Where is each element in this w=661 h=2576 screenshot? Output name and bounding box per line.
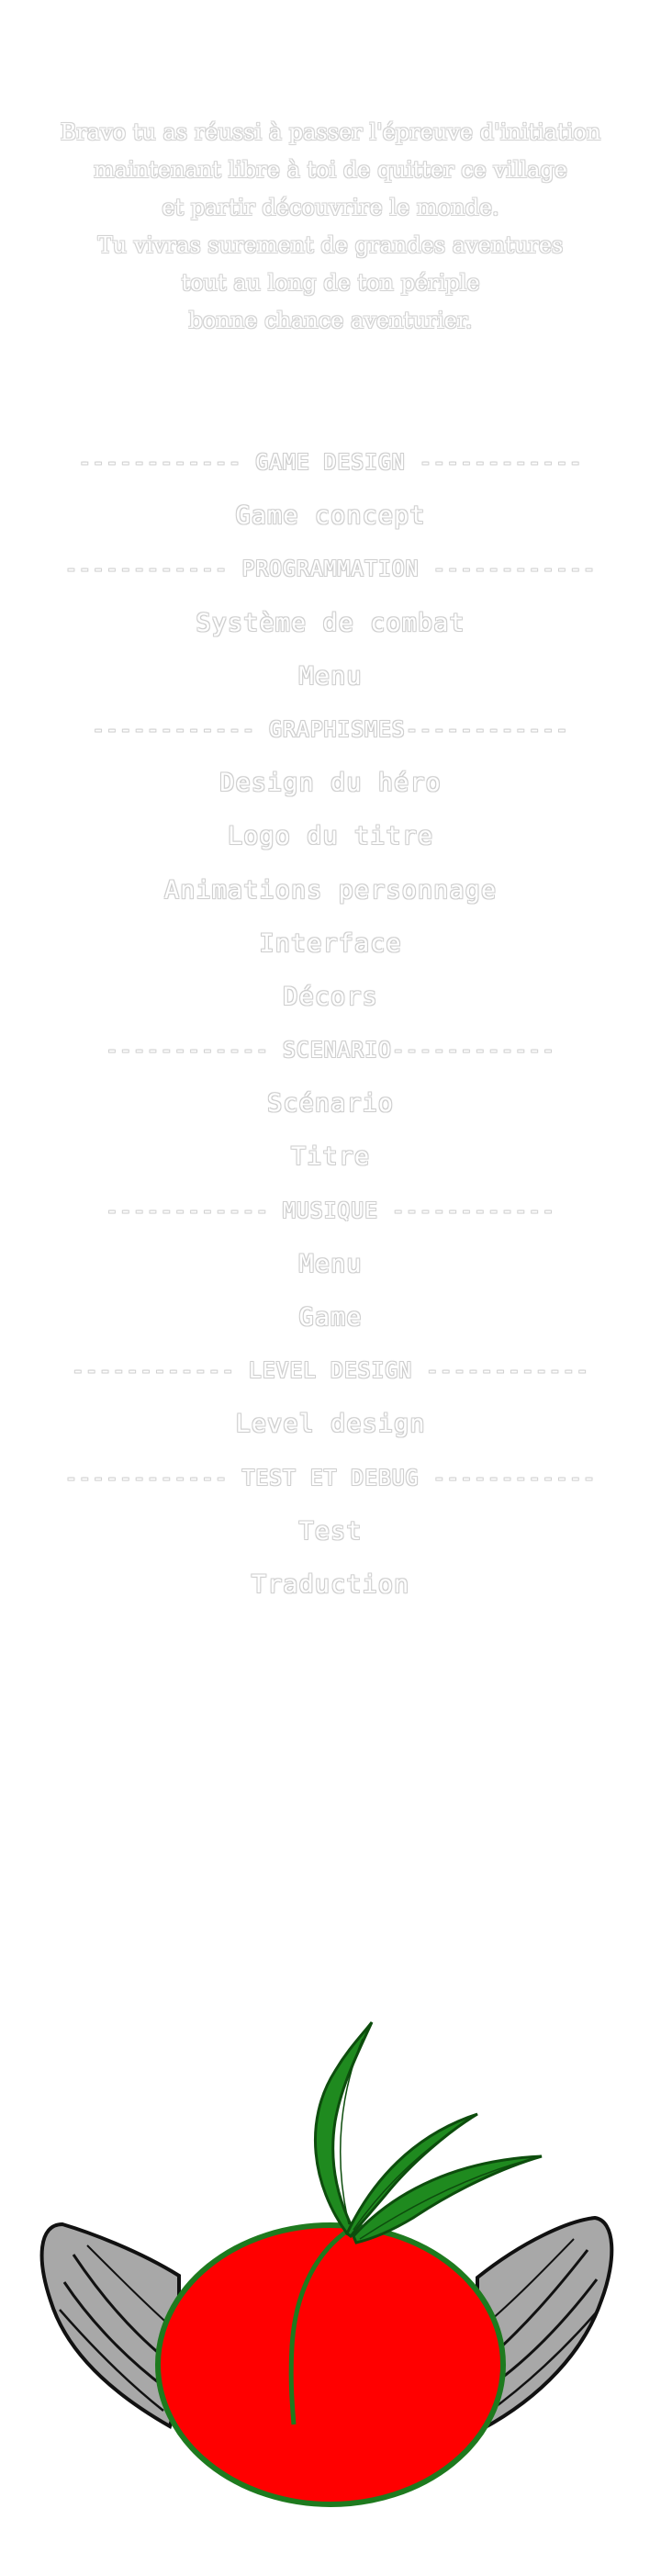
intro-line: bonne chance aventurier. xyxy=(188,308,473,333)
credits-entry: Design du héro xyxy=(219,769,442,798)
intro-line: Bravo tu as réussi à passer l'épreuve d'… xyxy=(60,119,601,145)
credits-entry: Titre xyxy=(290,1142,371,1172)
tomato-leaves xyxy=(314,2021,543,2244)
left-wing xyxy=(39,2222,181,2429)
credits-entry: Test xyxy=(298,1516,363,1546)
credits-entry: Système de combat xyxy=(196,608,465,637)
intro-line: et partir découvrire le monde. xyxy=(162,195,499,220)
intro-line: maintenant libre à toi de quitter ce vil… xyxy=(94,157,567,183)
credits-section-graphismes: ------------ GRAPHISMES------------ xyxy=(92,717,569,742)
credits-entry: Menu xyxy=(298,661,363,691)
credits-entry: Game xyxy=(298,1303,363,1332)
credits-entry: Logo du titre xyxy=(227,822,434,851)
credits-entry: Game concept xyxy=(235,501,426,531)
credits-section-programmation: ------------ PROGRAMMATION ------------ xyxy=(64,557,597,582)
credits-entry: Traduction xyxy=(251,1569,410,1599)
intro-line: Tu vivras surement de grandes aventures xyxy=(97,232,564,258)
credits-section-level-design: ------------ LEVEL DESIGN ------------ xyxy=(71,1359,590,1384)
credits-entry: Interface xyxy=(259,928,402,958)
credits-list: ------------ GAME DESIGN ------------ Ga… xyxy=(0,436,661,1612)
credits-section-musique: ------------ MUSIQUE ------------ xyxy=(106,1198,555,1223)
tomato-fruit xyxy=(155,2222,506,2507)
credits-section-test-et-debug: ------------ TEST ET DEBUG ------------ xyxy=(64,1466,597,1490)
credits-entry: Décors xyxy=(283,982,378,1011)
credits-section-scenario: ------------ SCENARIO------------ xyxy=(106,1039,555,1063)
intro-message: Bravo tu as réussi à passer l'épreuve d'… xyxy=(0,114,661,340)
credits-entry: Menu xyxy=(298,1249,363,1278)
credits-entry: Animations personnage xyxy=(163,875,498,905)
credits-entry: Scénario xyxy=(266,1089,395,1119)
logo-graphic xyxy=(39,2021,614,2507)
credits-entry: Level design xyxy=(235,1410,426,1439)
credits-section-game-design: ------------ GAME DESIGN ------------ xyxy=(78,451,583,475)
intro-line: tout au long de ton périple xyxy=(181,270,480,296)
winged-tomato-logo-icon xyxy=(0,1984,661,2571)
